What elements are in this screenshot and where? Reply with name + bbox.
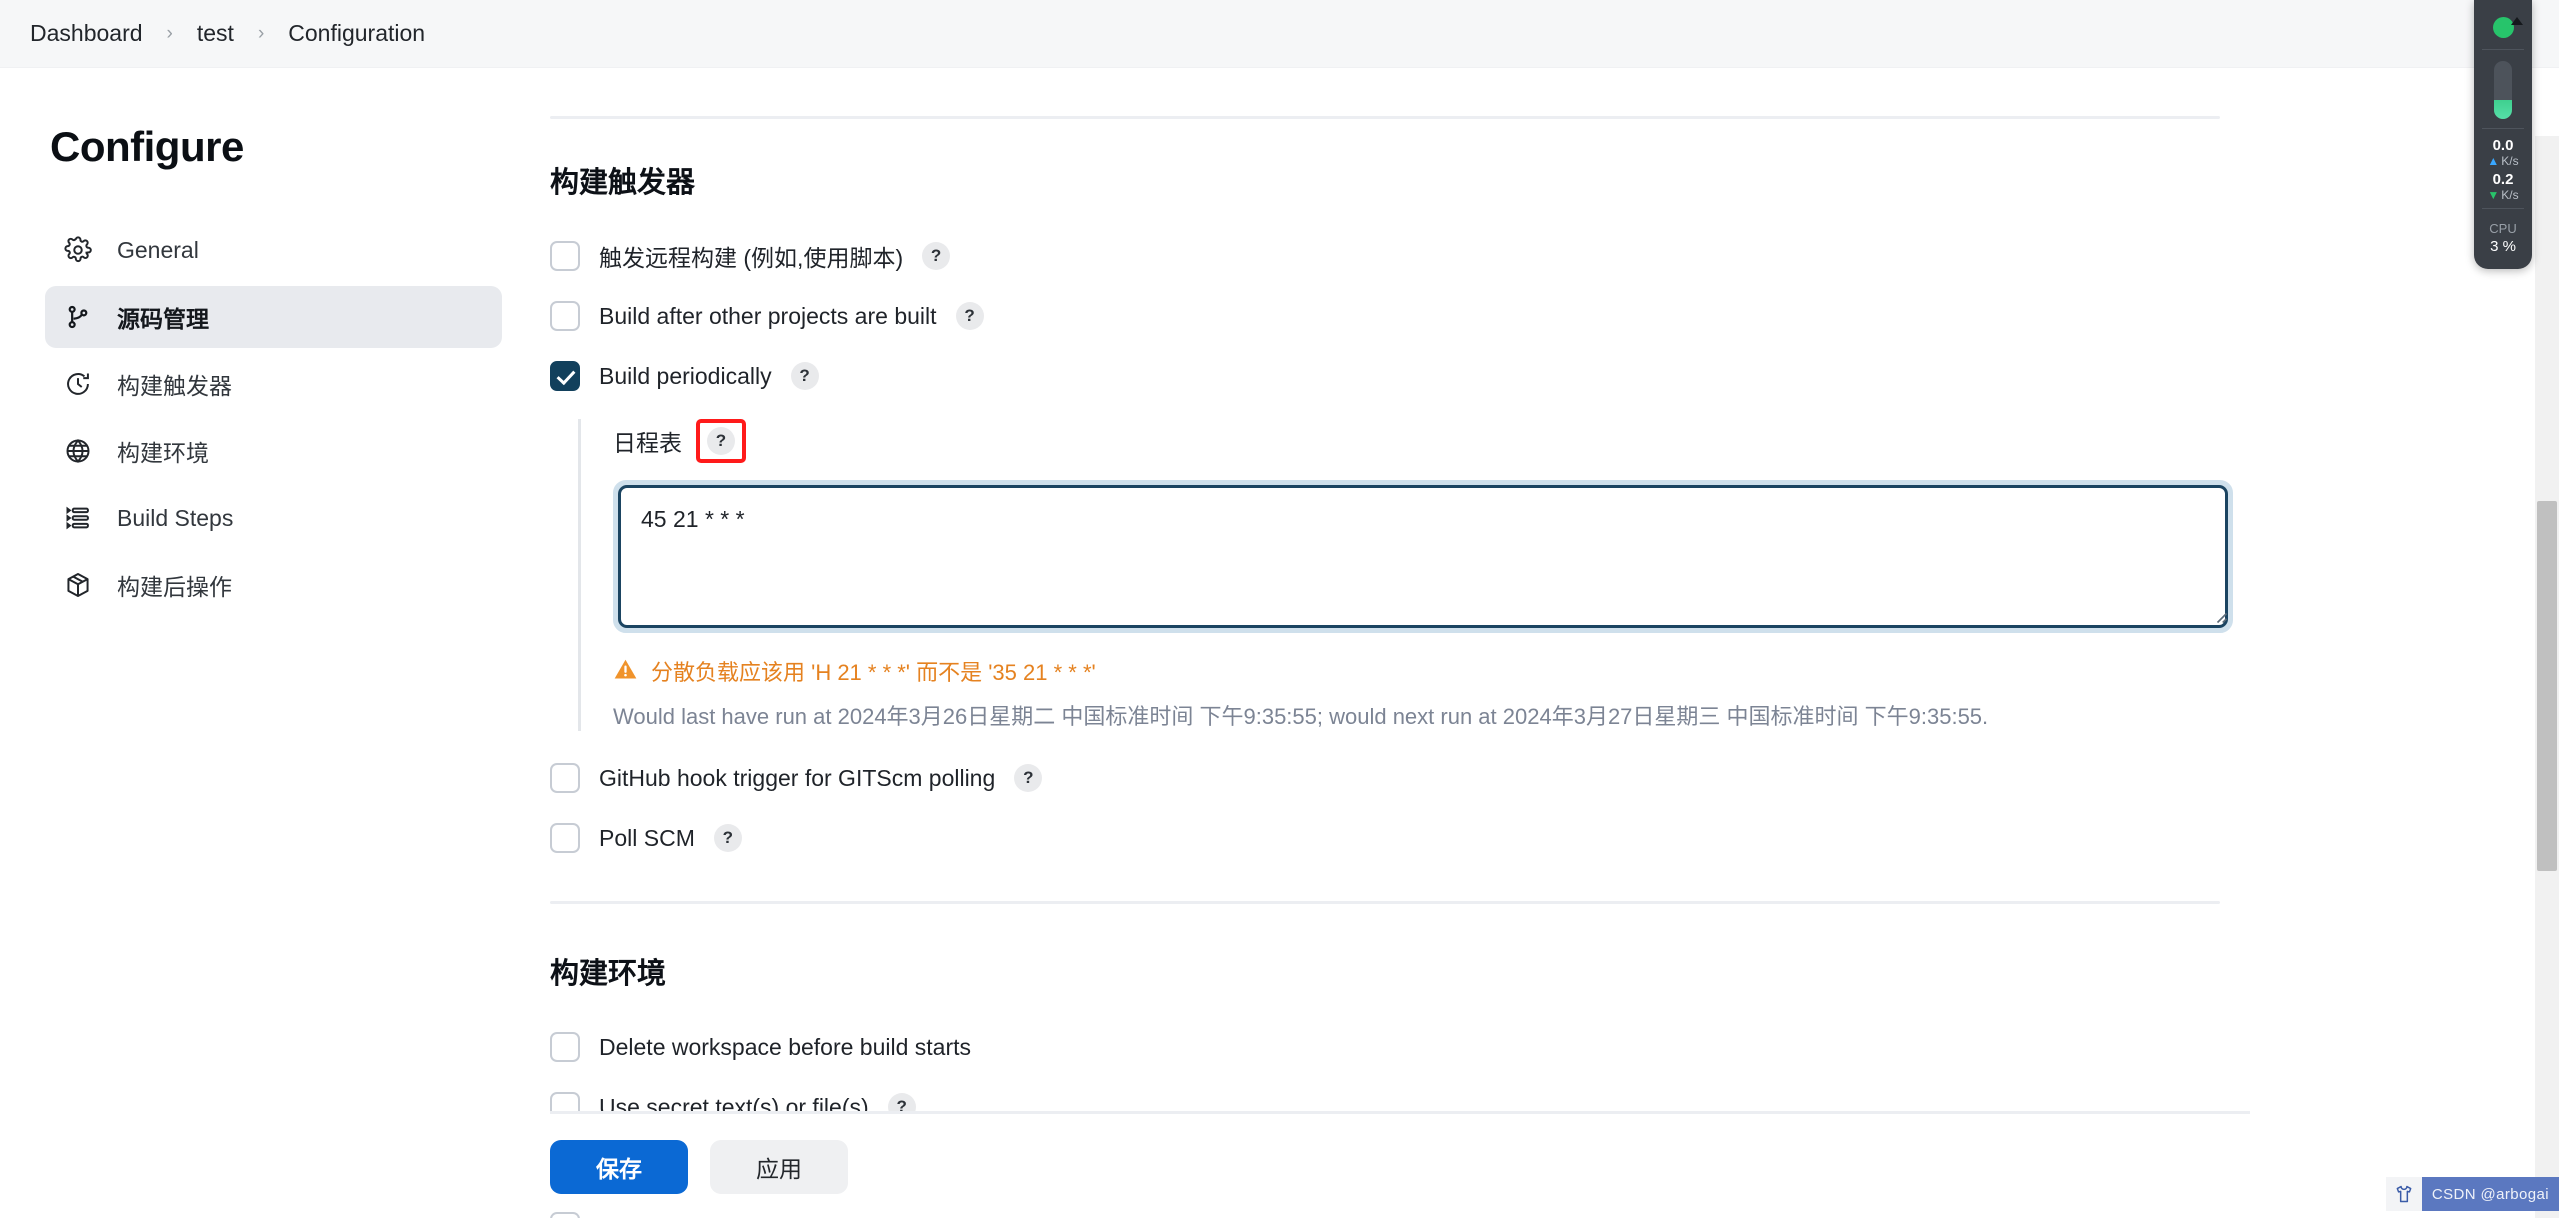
main-content: 构建触发器 触发远程构建 (例如,使用脚本) ? Build after oth…	[540, 68, 2559, 1218]
checkbox-poll-scm[interactable]	[550, 823, 580, 853]
help-icon[interactable]: ?	[713, 824, 742, 852]
checkbox-label: Build after other projects are built	[599, 302, 937, 329]
schedule-header: 日程表 ?	[613, 419, 2250, 463]
checkbox-label: Inspect build log for published build sc…	[599, 1214, 1025, 1218]
checkbox-build-periodically[interactable]	[550, 361, 580, 391]
sidebar-item-label: Build Steps	[117, 504, 234, 531]
list-icon	[63, 503, 93, 533]
help-icon[interactable]: ?	[1014, 764, 1043, 792]
help-icon[interactable]: ?	[955, 302, 984, 330]
gear-icon	[63, 235, 93, 265]
sidebar-item-build-triggers[interactable]: 构建触发器	[45, 353, 502, 415]
schedule-label: 日程表	[613, 430, 682, 456]
sidebar-item-label: General	[117, 236, 199, 263]
vertical-scrollbar[interactable]	[2535, 136, 2559, 1218]
breadcrumb: Dashboard › test › Configuration	[0, 0, 2559, 68]
checkbox-github-hook-trigger[interactable]	[550, 763, 580, 793]
breadcrumb-item-configuration[interactable]: Configuration	[280, 16, 433, 51]
sidebar-item-label: 构建触发器	[117, 373, 232, 399]
checkbox-label: Build periodically	[599, 362, 772, 389]
build-environment-section-title: 构建环境	[550, 958, 667, 990]
trigger-option-build-periodically[interactable]: Build periodically ?	[550, 359, 2250, 393]
checkbox-build-after-other-projects[interactable]	[550, 301, 580, 331]
memory-gauge-fill	[2494, 100, 2512, 119]
sidebar-item-source-code-management[interactable]: 源码管理	[45, 286, 502, 348]
sidebar-item-build-environment[interactable]: 构建环境	[45, 420, 502, 482]
sidebar-item-post-build-actions[interactable]: 构建后操作	[45, 554, 502, 616]
breadcrumb-item-test[interactable]: test	[189, 16, 242, 51]
checkbox-label: Delete workspace before build starts	[599, 1033, 972, 1060]
checkbox-label: Poll SCM	[599, 824, 695, 851]
build-triggers-section-title: 构建触发器	[550, 167, 696, 199]
schedule-next-run-text: Would last have run at 2024年3月26日星期二 中国标…	[613, 704, 1989, 729]
download-speed-value: 0.2	[2492, 171, 2514, 189]
schedule-input[interactable]	[618, 485, 2228, 628]
download-unit-label: K/s	[2501, 187, 2519, 202]
download-speed-unit-row: ▼ K/s	[2487, 187, 2519, 203]
trigger-option-remote-build[interactable]: 触发远程构建 (例如,使用脚本) ?	[550, 239, 2250, 273]
breadcrumb-separator-icon: ›	[166, 22, 173, 44]
top-divider	[550, 116, 2220, 119]
checkbox-delete-workspace[interactable]	[550, 1032, 580, 1062]
checkbox-label: GitHub hook trigger for GITScm polling	[599, 764, 996, 791]
scrollbar-thumb[interactable]	[2537, 501, 2557, 871]
help-icon[interactable]: ?	[922, 242, 951, 270]
watermark-text: CSDN @arbogai	[2421, 1177, 2559, 1211]
trigger-option-poll-scm[interactable]: Poll SCM ?	[550, 821, 2250, 855]
schedule-help-icon[interactable]: ?	[707, 427, 735, 455]
schedule-help-highlight-box: ?	[696, 419, 746, 463]
sidebar-item-label: 构建环境	[117, 440, 209, 466]
sidebar-item-label: 源码管理	[117, 306, 209, 332]
checkbox-inspect-build-log[interactable]	[550, 1212, 580, 1218]
apply-button[interactable]: 应用	[710, 1140, 848, 1194]
system-monitor-widget[interactable]: 0.0 ▲ K/s 0.2 ▼ K/s CPU 3 %	[2474, 0, 2532, 269]
breadcrumb-item-dashboard[interactable]: Dashboard	[22, 16, 151, 51]
schedule-warning: 分散负载应该用 'H 21 * * *' 而不是 '35 21 * * *'	[613, 655, 2250, 688]
page-title: Configure	[50, 123, 244, 170]
sidebar-item-label: 构建后操作	[117, 574, 232, 600]
breadcrumb-separator-icon: ›	[257, 22, 265, 44]
cpu-value: 3 %	[2490, 237, 2516, 255]
sidebar-item-build-steps[interactable]: Build Steps	[45, 487, 502, 549]
clock-icon	[63, 369, 93, 399]
env-option-inspect-build-log[interactable]: Inspect build log for published build sc…	[550, 1210, 2250, 1218]
collapse-caret-icon[interactable]	[2511, 17, 2523, 25]
trigger-option-build-after-other-projects[interactable]: Build after other projects are built ?	[550, 299, 2250, 333]
upload-speed-value: 0.0	[2492, 137, 2514, 154]
env-option-delete-workspace[interactable]: Delete workspace before build starts	[550, 1030, 2250, 1064]
checkbox-label: 触发远程构建 (例如,使用脚本)	[599, 245, 904, 271]
package-icon	[63, 570, 93, 600]
sidebar: Configure General 源码管理 构建触发器 构建环境 Build …	[0, 68, 540, 1218]
upload-speed-unit-row: ▲ K/s	[2487, 153, 2519, 169]
upload-unit-label: K/s	[2501, 153, 2519, 168]
schedule-warning-text: 分散负载应该用 'H 21 * * *' 而不是 '35 21 * * *'	[651, 660, 1096, 685]
globe-icon	[63, 436, 93, 466]
sidebar-item-general[interactable]: General	[45, 219, 502, 281]
sysmon-status-row	[2474, 10, 2532, 44]
section-divider	[550, 901, 2220, 904]
warning-triangle-icon	[613, 657, 639, 688]
memory-gauge	[2494, 61, 2512, 119]
divider	[2482, 207, 2524, 209]
shirt-icon	[2385, 1177, 2422, 1211]
form-action-bar: 保存 应用	[550, 1111, 2250, 1194]
arrow-up-icon: ▲	[2487, 153, 2500, 168]
schedule-input-focus-ring	[613, 480, 2233, 633]
divider	[2482, 128, 2524, 129]
schedule-block: 日程表 ? 45 21 * * * 分散负载应该用 'H 21 * * *' 而…	[578, 419, 2250, 731]
git-branch-icon	[63, 302, 93, 332]
divider	[2482, 49, 2524, 50]
help-icon[interactable]: ?	[790, 362, 819, 390]
save-button[interactable]: 保存	[550, 1140, 688, 1194]
watermark: CSDN @arbogai	[2385, 1176, 2559, 1212]
trigger-option-github-hook[interactable]: GitHub hook trigger for GITScm polling ?	[550, 761, 2250, 795]
checkbox-trigger-remote-build[interactable]	[550, 241, 580, 271]
cpu-label: CPU	[2489, 220, 2517, 236]
arrow-down-icon: ▼	[2487, 187, 2500, 202]
